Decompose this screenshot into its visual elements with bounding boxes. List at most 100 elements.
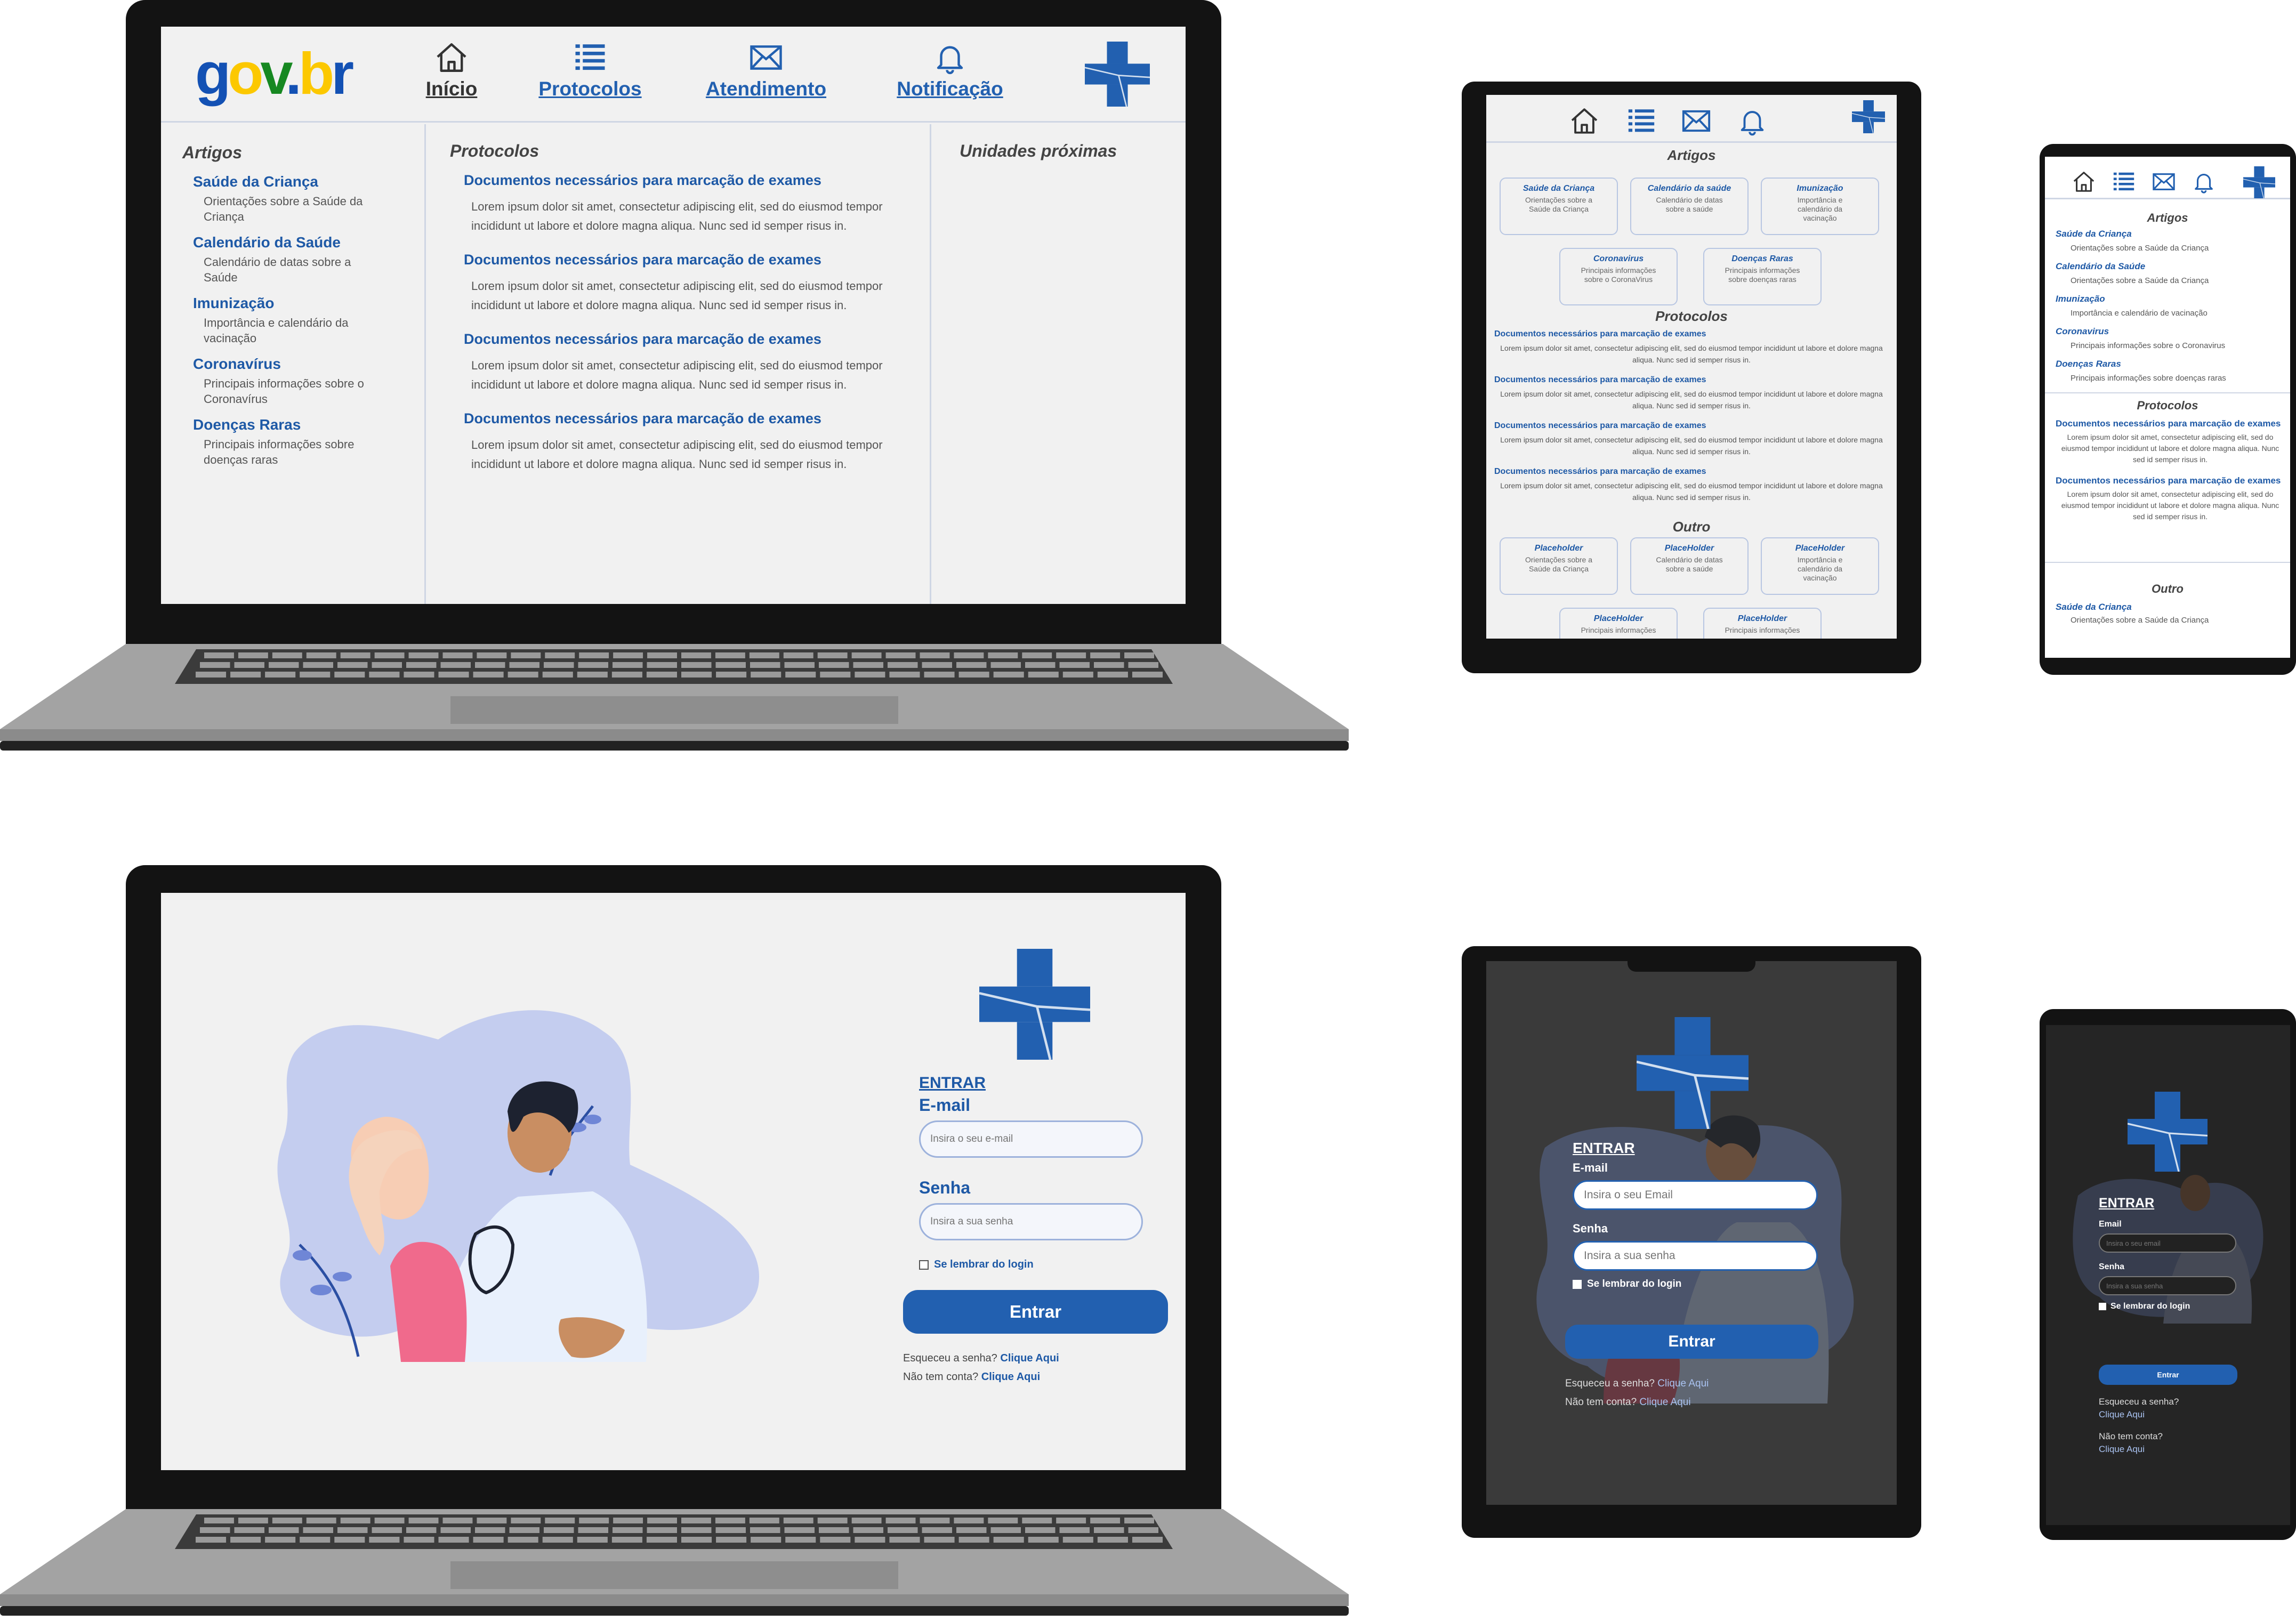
- forgot-link[interactable]: Clique Aqui: [1657, 1378, 1709, 1389]
- login-submit-button[interactable]: Entrar: [2099, 1365, 2237, 1385]
- keyboard-key: [1132, 1537, 1163, 1543]
- password-field[interactable]: [919, 1203, 1143, 1240]
- password-field[interactable]: [2099, 1276, 2236, 1295]
- keyboard-key: [715, 1527, 746, 1533]
- medical-cross-logo[interactable]: [1085, 42, 1150, 107]
- forgot-password: Esqueceu a senha? Clique Aqui: [2099, 1396, 2179, 1421]
- remember-checkbox[interactable]: [1573, 1279, 1582, 1289]
- signup-text: Não tem conta?: [1565, 1397, 1637, 1408]
- signup-row: Não tem conta? Clique Aqui: [1565, 1397, 1691, 1408]
- protocol-item[interactable]: Documentos necessários para marcação de …: [464, 252, 901, 315]
- mail-icon[interactable]: [1681, 106, 1712, 136]
- keyboard-key: [238, 1518, 268, 1523]
- login-form: ENTRAR E-mail Senha Se lembrar do login: [919, 1074, 1186, 1271]
- nav-item-inicio[interactable]: Início: [412, 40, 492, 100]
- article-card[interactable]: Coronavirus Principais informações sobre …: [1559, 248, 1678, 305]
- protocol-body: Lorem ipsum dolor sit amet, consectetur …: [1500, 436, 1883, 456]
- keyboard-key: [749, 652, 779, 658]
- article-card[interactable]: Doenças Raras Principais informações sobr…: [1703, 248, 1822, 305]
- keyboard-key: [784, 662, 815, 668]
- email-field[interactable]: [919, 1120, 1143, 1158]
- medical-cross-logo[interactable]: [1852, 100, 1885, 133]
- keyboard-key: [990, 1527, 1021, 1533]
- protocol-item[interactable]: Documentos necessários para marcação de …: [2056, 418, 2285, 465]
- keyboard-key: [1094, 1527, 1124, 1533]
- keyboard-key: [1056, 1518, 1086, 1523]
- protocol-item[interactable]: Documentos necessários para marcação de …: [1494, 375, 1889, 412]
- keyboard-key: [238, 652, 268, 658]
- article-item[interactable]: Saúde da Criança Orientações sobre a Saúd…: [2056, 229, 2285, 253]
- keyboard-key: [681, 1537, 712, 1543]
- home-icon[interactable]: [1569, 106, 1600, 136]
- article-item[interactable]: Doenças Raras Principais informações sobr…: [2056, 359, 2285, 383]
- protocol-item[interactable]: Documentos necessários para marcação de …: [1494, 329, 1889, 366]
- protocol-body: Lorem ipsum dolor sit amet, consectetur …: [471, 200, 883, 232]
- nav-item-notificacao[interactable]: Notificação: [886, 40, 1014, 100]
- bell-icon[interactable]: [2192, 170, 2216, 194]
- govbr-logo[interactable]: gov.br: [195, 40, 354, 108]
- article-card[interactable]: Calendário da saúde Calendário de datas s…: [1630, 178, 1749, 235]
- article-card[interactable]: Saúde da Criança Orientações sobre a Saúd…: [1500, 178, 1618, 235]
- bell-icon[interactable]: [1737, 106, 1768, 136]
- tablet-login-form: ENTRAR E-mail Senha Se lembrar do login: [1573, 1140, 1818, 1290]
- medical-cross-logo[interactable]: [979, 949, 1090, 1060]
- medical-cross-logo[interactable]: [2128, 1092, 2208, 1172]
- nav-item-protocolos[interactable]: Protocolos: [531, 40, 649, 100]
- signup-link[interactable]: Clique Aqui: [1639, 1397, 1690, 1408]
- phone-protocols-title: Protocolos: [2137, 399, 2198, 412]
- medical-cross-logo[interactable]: [1637, 1017, 1749, 1129]
- keyboard-key: [820, 672, 851, 678]
- remember-checkbox[interactable]: [919, 1260, 929, 1270]
- protocol-item[interactable]: Documentos necessários para marcação de …: [1494, 421, 1889, 457]
- article-desc: Principais informações sobre o Coronavír…: [204, 377, 364, 406]
- keyboard-key: [340, 1518, 370, 1523]
- email-field[interactable]: [2099, 1233, 2236, 1253]
- list-icon[interactable]: [2112, 170, 2136, 194]
- keyboard-key: [855, 1537, 885, 1543]
- forgot-text: Esqueceu a senha?: [903, 1352, 997, 1364]
- remember-checkbox[interactable]: [2099, 1303, 2106, 1310]
- keyboard-key: [306, 1518, 336, 1523]
- phone-other-item[interactable]: Saúde da Criança Orientações sobre a Saú…: [2056, 602, 2285, 625]
- signup-link[interactable]: Clique Aqui: [981, 1371, 1040, 1383]
- tablet-login-screen: ENTRAR E-mail Senha Se lembrar do login …: [1486, 961, 1897, 1505]
- other-card[interactable]: Placeholder Orientações sobre a Saúde da …: [1500, 537, 1618, 595]
- article-item[interactable]: Doenças Raras Principais informações sobr…: [193, 416, 417, 467]
- email-field[interactable]: [1573, 1180, 1818, 1210]
- article-card[interactable]: Imunização Importância e calendário da va…: [1761, 178, 1879, 235]
- article-desc: Orientações sobre a Saúde da Criança: [204, 195, 363, 223]
- article-item[interactable]: Imunização Importância e calendário de va…: [2056, 294, 2285, 318]
- forgot-link[interactable]: Clique Aqui: [2099, 1408, 2179, 1421]
- article-item[interactable]: Imunização Importância e calendário da va…: [193, 295, 417, 346]
- protocol-title: Documentos necessários para marcação de …: [464, 331, 821, 347]
- other-card[interactable]: PlaceHolder Principais informações: [1703, 608, 1822, 639]
- login-title: ENTRAR: [919, 1074, 986, 1092]
- protocol-item[interactable]: Documentos necessários para marcação de …: [464, 331, 901, 394]
- keyboard-key: [306, 652, 336, 658]
- article-item[interactable]: Calendário da Saúde Orientações sobre a S…: [2056, 261, 2285, 285]
- article-desc: Calendário de datas sobre a Saúde: [204, 255, 351, 284]
- keyboard-key: [475, 662, 505, 668]
- protocol-item[interactable]: Documentos necessários para marcação de …: [1494, 467, 1889, 503]
- protocol-item[interactable]: Documentos necessários para marcação de …: [2056, 475, 2285, 522]
- protocol-item[interactable]: Documentos necessários para marcação de …: [464, 410, 901, 474]
- login-submit-button[interactable]: Entrar: [1565, 1325, 1818, 1359]
- article-item[interactable]: Coronavírus Principais informações sobre …: [193, 356, 417, 407]
- protocol-item[interactable]: Documentos necessários para marcação de …: [464, 172, 901, 236]
- article-item[interactable]: Saúde da Criança Orientações sobre a Saúd…: [193, 173, 417, 224]
- nav-item-atendimento[interactable]: Atendimento: [702, 40, 830, 100]
- other-card[interactable]: PlaceHolder Importância e calendário da v…: [1761, 537, 1879, 595]
- password-field[interactable]: [1573, 1241, 1818, 1271]
- medical-cross-logo[interactable]: [2243, 166, 2275, 198]
- home-icon[interactable]: [2072, 170, 2096, 194]
- signup-link[interactable]: Clique Aqui: [2099, 1443, 2163, 1456]
- other-card[interactable]: PlaceHolder Principais informações: [1559, 608, 1678, 639]
- mail-icon[interactable]: [2152, 170, 2176, 194]
- article-item[interactable]: Calendário da Saúde Calendário de datas s…: [193, 234, 417, 285]
- login-submit-button[interactable]: Entrar: [903, 1290, 1168, 1334]
- article-item[interactable]: Coronavirus Principais informações sobre …: [2056, 326, 2285, 350]
- forgot-link[interactable]: Clique Aqui: [1000, 1352, 1059, 1364]
- keyboard-key: [269, 1527, 299, 1533]
- list-icon[interactable]: [1626, 106, 1657, 136]
- other-card[interactable]: PlaceHolder Calendário de datas sobre a s…: [1630, 537, 1749, 595]
